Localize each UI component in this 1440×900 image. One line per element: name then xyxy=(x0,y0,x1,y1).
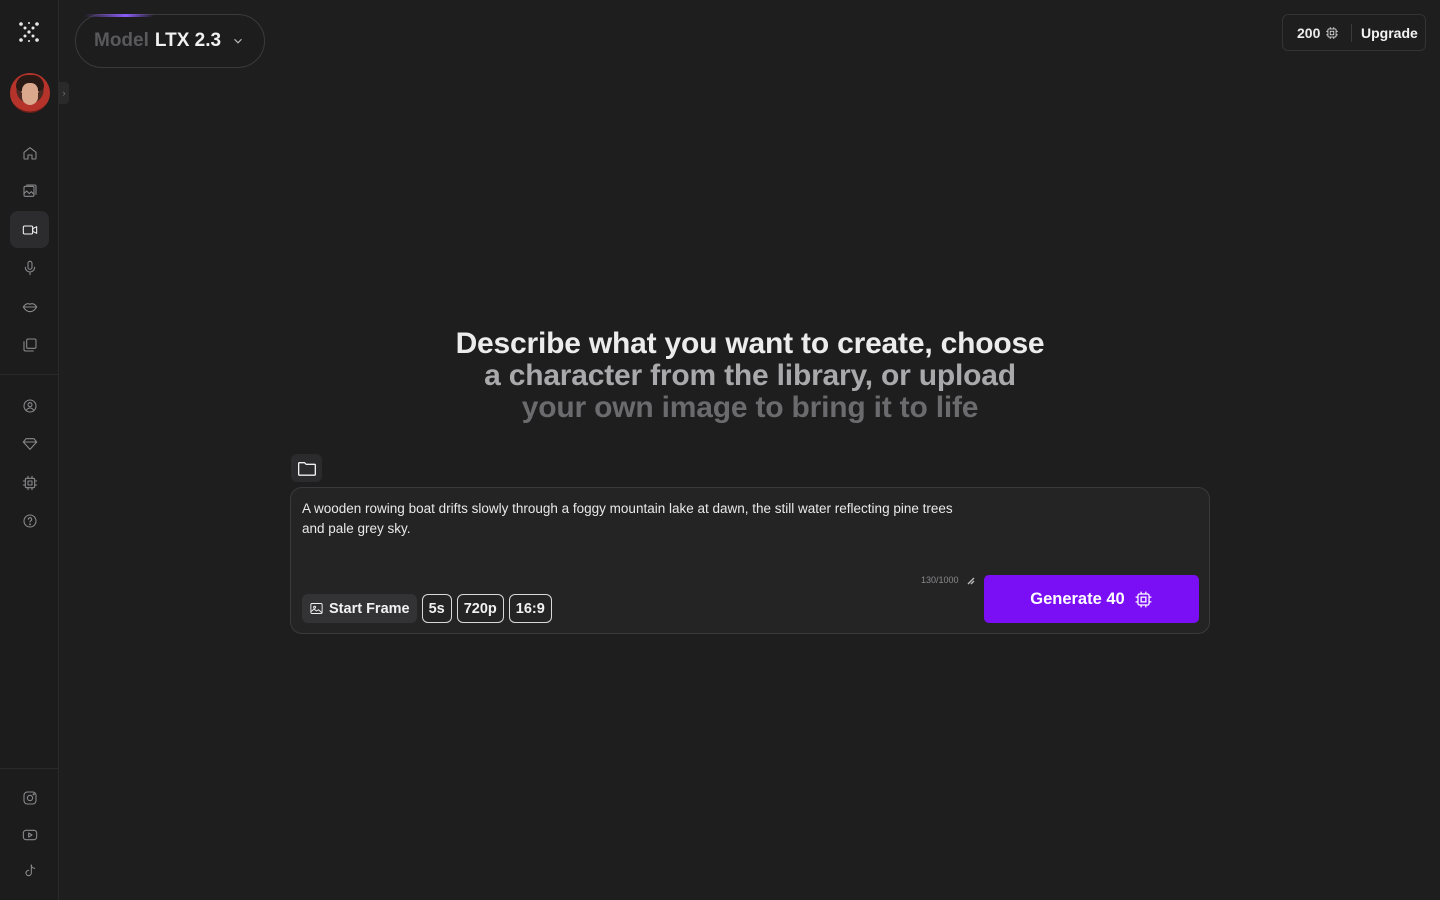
sidebar: › xyxy=(0,0,69,900)
social-youtube[interactable] xyxy=(10,816,49,853)
app-logo-icon[interactable] xyxy=(17,20,41,44)
sidebar-item-audio[interactable] xyxy=(10,249,49,286)
sidebar-divider xyxy=(0,374,59,375)
character-counter: 130/1000 xyxy=(921,575,959,585)
resize-handle-icon[interactable] xyxy=(967,577,975,585)
prompt-card: A wooden rowing boat drifts slowly throu… xyxy=(290,487,1210,634)
tiktok-icon xyxy=(25,863,35,876)
upgrade-button[interactable]: Upgrade xyxy=(1352,25,1418,41)
social-tiktok[interactable] xyxy=(10,852,49,889)
image-add-icon xyxy=(310,603,323,614)
sidebar-item-lipsync[interactable] xyxy=(10,288,49,325)
sidebar-item-account[interactable] xyxy=(10,387,49,424)
avatar[interactable] xyxy=(10,73,50,113)
credits-bar: 200 Upgrade xyxy=(1282,14,1426,51)
chevron-down-icon xyxy=(234,38,242,44)
model-selector[interactable]: Model LTX 2.3 xyxy=(75,14,265,68)
start-frame-button[interactable]: Start Frame xyxy=(302,594,417,623)
help-icon xyxy=(22,513,37,528)
start-frame-label: Start Frame xyxy=(329,600,410,617)
sidebar-item-video[interactable] xyxy=(10,211,49,248)
heading-line-1: Describe what you want to create, choose xyxy=(455,327,1045,360)
home-icon xyxy=(22,146,37,160)
prompt-input[interactable]: A wooden rowing boat drifts slowly throu… xyxy=(302,499,972,539)
sidebar-divider-bottom xyxy=(0,768,59,769)
stack-icon xyxy=(22,337,37,352)
diamond-icon xyxy=(22,437,37,450)
credits-count: 200 xyxy=(1297,24,1321,41)
user-circle-icon xyxy=(22,398,37,413)
lips-icon xyxy=(22,302,37,312)
sidebar-item-pricing[interactable] xyxy=(10,425,49,462)
model-value: LTX 2.3 xyxy=(154,30,222,51)
sidebar-item-help[interactable] xyxy=(10,502,49,539)
avatar-face xyxy=(22,83,38,105)
image-gallery-icon xyxy=(22,183,37,197)
open-library-button[interactable] xyxy=(291,454,322,482)
chip-icon xyxy=(22,475,37,490)
credits-balance[interactable]: 200 xyxy=(1283,25,1351,41)
microphone-icon xyxy=(24,260,35,275)
aspect-ratio-selector[interactable]: 16:9 xyxy=(508,594,552,623)
heading-line-2: a character from the library, or upload xyxy=(484,359,1016,392)
sidebar-item-images[interactable] xyxy=(10,172,49,209)
duration-selector[interactable]: 5s xyxy=(421,594,452,623)
page-heading: Describe what you want to create, choose… xyxy=(400,328,1100,424)
instagram-icon xyxy=(22,790,37,805)
youtube-icon xyxy=(22,829,37,840)
chip-icon xyxy=(1135,591,1152,607)
sidebar-item-credits[interactable] xyxy=(10,464,49,501)
generate-label: Generate 40 xyxy=(1030,589,1125,608)
generation-options: Start Frame 5s 720p 16:9 xyxy=(302,594,552,623)
model-label: Model xyxy=(94,30,149,51)
generate-button[interactable]: Generate 40 xyxy=(984,575,1199,623)
folder-icon xyxy=(297,461,316,476)
video-camera-icon xyxy=(22,224,37,235)
sidebar-item-home[interactable] xyxy=(10,134,49,171)
chip-icon xyxy=(1326,26,1339,39)
resolution-selector[interactable]: 720p xyxy=(456,594,504,623)
sidebar-item-library[interactable] xyxy=(10,326,49,363)
social-instagram[interactable] xyxy=(10,779,49,816)
heading-line-3: your own image to bring it to life xyxy=(521,391,979,424)
sidebar-collapse-toggle[interactable]: › xyxy=(59,82,69,104)
